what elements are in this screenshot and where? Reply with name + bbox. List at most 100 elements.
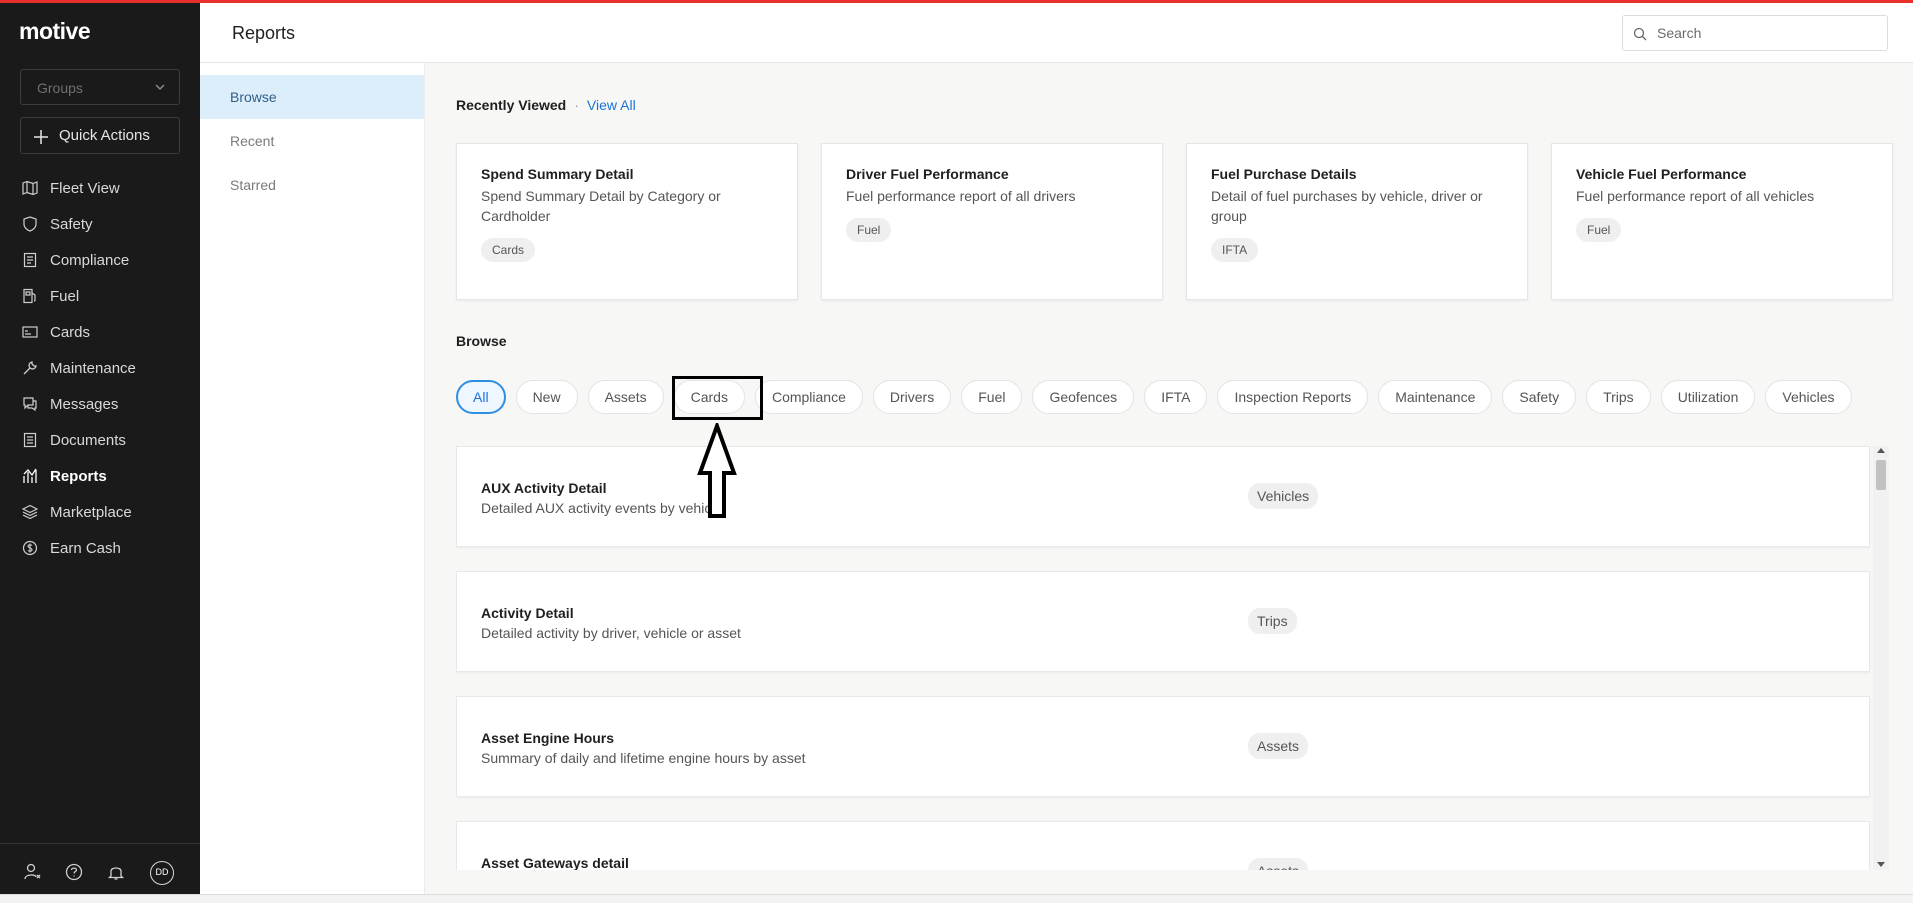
sidebar-item-label: Reports [50, 467, 107, 485]
card-title: Spend Summary Detail [481, 166, 634, 182]
top-accent-bar [0, 0, 1913, 3]
recent-cards: Spend Summary Detail Spend Summary Detai… [456, 143, 1893, 300]
filter-assets[interactable]: Assets [587, 380, 664, 414]
report-row[interactable]: Asset Engine Hours Summary of daily and … [456, 696, 1870, 797]
sidebar: motive Groups Quick Actions Fleet View S… [0, 0, 200, 903]
subnav-item-browse[interactable]: Browse [200, 75, 424, 119]
report-title: Asset Gateways detail [481, 855, 629, 870]
chart-icon [23, 468, 37, 483]
map-icon [22, 180, 38, 196]
subnav-item-recent[interactable]: Recent [200, 119, 424, 163]
plus-icon [34, 130, 48, 144]
report-row[interactable]: Activity Detail Detailed activity by dri… [456, 571, 1870, 672]
sidebar-nav: Fleet View Safety Compliance Fuel Cards … [0, 170, 200, 566]
user-settings-icon[interactable] [23, 862, 43, 882]
scroll-up-icon[interactable] [1877, 448, 1885, 453]
motive-logo[interactable]: motive [19, 18, 91, 45]
sidebar-item-earn-cash[interactable]: Earn Cash [0, 530, 200, 566]
sidebar-item-label: Messages [50, 395, 119, 413]
report-description: Detailed AUX activity events by vehicle [481, 500, 723, 516]
filter-vehicles[interactable]: Vehicles [1765, 380, 1852, 414]
filter-compliance[interactable]: Compliance [754, 380, 863, 414]
main-content: Recently Viewed · View All Spend Summary… [425, 63, 1913, 870]
shield-icon [23, 216, 37, 232]
filter-trips[interactable]: Trips [1586, 380, 1651, 414]
sidebar-item-cards[interactable]: Cards [0, 314, 200, 350]
help-icon[interactable] [64, 862, 84, 882]
sidebar-item-label: Fleet View [50, 179, 120, 197]
filter-fuel[interactable]: Fuel [961, 380, 1023, 414]
report-row[interactable]: AUX Activity Detail Detailed AUX activit… [456, 446, 1870, 547]
clipboard-icon [23, 252, 37, 268]
groups-select[interactable]: Groups [20, 69, 180, 105]
filter-new[interactable]: New [515, 380, 578, 414]
recent-report-card[interactable]: Driver Fuel Performance Fuel performance… [821, 143, 1163, 300]
card-title: Vehicle Fuel Performance [1576, 166, 1747, 182]
scrollbar-thumb[interactable] [1876, 460, 1886, 490]
bell-icon[interactable] [106, 862, 126, 882]
scroll-down-icon[interactable] [1877, 862, 1885, 867]
sidebar-item-label: Cards [50, 323, 91, 341]
document-icon [23, 432, 37, 448]
filter-all[interactable]: All [456, 380, 506, 414]
quick-actions-button[interactable]: Quick Actions [20, 117, 180, 154]
filter-maintenance[interactable]: Maintenance [1378, 380, 1493, 414]
card-description: Detail of fuel purchases by vehicle, dri… [1211, 188, 1483, 224]
annotation-arrow-icon [697, 423, 737, 518]
category-tag: Assets [1248, 733, 1309, 759]
search-input[interactable] [1657, 24, 1877, 42]
separator-dot: · [574, 97, 579, 113]
filter-drivers[interactable]: Drivers [872, 380, 952, 414]
quick-actions-label: Quick Actions [59, 127, 150, 144]
report-title: Asset Engine Hours [481, 730, 615, 746]
recent-report-card[interactable]: Vehicle Fuel Performance Fuel performanc… [1551, 143, 1893, 300]
filter-utilization[interactable]: Utilization [1660, 380, 1756, 414]
recent-report-card[interactable]: Spend Summary Detail Spend Summary Detai… [456, 143, 798, 300]
sidebar-item-fuel[interactable]: Fuel [0, 278, 200, 314]
sidebar-item-safety[interactable]: Safety [0, 206, 200, 242]
sidebar-item-maintenance[interactable]: Maintenance [0, 350, 200, 386]
filter-inspection-reports[interactable]: Inspection Reports [1217, 380, 1369, 414]
view-all-link[interactable]: View All [587, 97, 636, 113]
filter-ifta[interactable]: IFTA [1144, 380, 1208, 414]
category-tag: Cards [481, 238, 536, 262]
card-description: Fuel performance report of all drivers [846, 188, 1076, 204]
report-description: Summary of daily and lifetime engine hou… [481, 750, 806, 766]
subnav-item-starred[interactable]: Starred [200, 163, 424, 207]
page-title: Reports [232, 23, 296, 43]
filter-safety[interactable]: Safety [1502, 380, 1577, 414]
card-title: Fuel Purchase Details [1211, 166, 1357, 182]
report-row[interactable]: Asset Gateways detail Assets [456, 821, 1870, 870]
sidebar-item-label: Marketplace [50, 503, 132, 521]
search-box[interactable] [1622, 15, 1888, 51]
list-scrollbar[interactable] [1873, 446, 1889, 870]
annotation-highlight-box [672, 376, 763, 420]
sidebar-item-documents[interactable]: Documents [0, 422, 200, 458]
filter-geofences[interactable]: Geofences [1032, 380, 1135, 414]
sidebar-item-reports[interactable]: Reports [0, 458, 200, 494]
message-icon [23, 397, 37, 412]
category-tag: Fuel [1576, 218, 1622, 242]
report-description: Detailed activity by driver, vehicle or … [481, 625, 741, 641]
reports-subnav: Browse Recent Starred [200, 63, 425, 903]
fuel-pump-icon [23, 288, 36, 304]
sidebar-item-fleet-view[interactable]: Fleet View [0, 170, 200, 206]
sidebar-item-marketplace[interactable]: Marketplace [0, 494, 200, 530]
category-tag: Assets [1248, 858, 1309, 870]
browse-title: Browse [456, 333, 507, 349]
sidebar-item-label: Maintenance [50, 359, 136, 377]
dollar-icon [22, 540, 38, 556]
sidebar-item-compliance[interactable]: Compliance [0, 242, 200, 278]
recent-report-card[interactable]: Fuel Purchase Details Detail of fuel pur… [1186, 143, 1528, 300]
category-tag: Trips [1248, 608, 1297, 634]
report-list[interactable]: AUX Activity Detail Detailed AUX activit… [456, 446, 1872, 870]
groups-placeholder: Groups [37, 80, 83, 96]
sidebar-item-messages[interactable]: Messages [0, 386, 200, 422]
avatar[interactable]: DD [150, 861, 174, 885]
credit-card-icon [22, 326, 38, 338]
sidebar-item-label: Documents [50, 431, 126, 449]
header: Reports [200, 3, 1913, 63]
report-title: AUX Activity Detail [481, 480, 607, 496]
category-tag: Vehicles [1248, 483, 1319, 509]
layers-icon [22, 504, 38, 520]
